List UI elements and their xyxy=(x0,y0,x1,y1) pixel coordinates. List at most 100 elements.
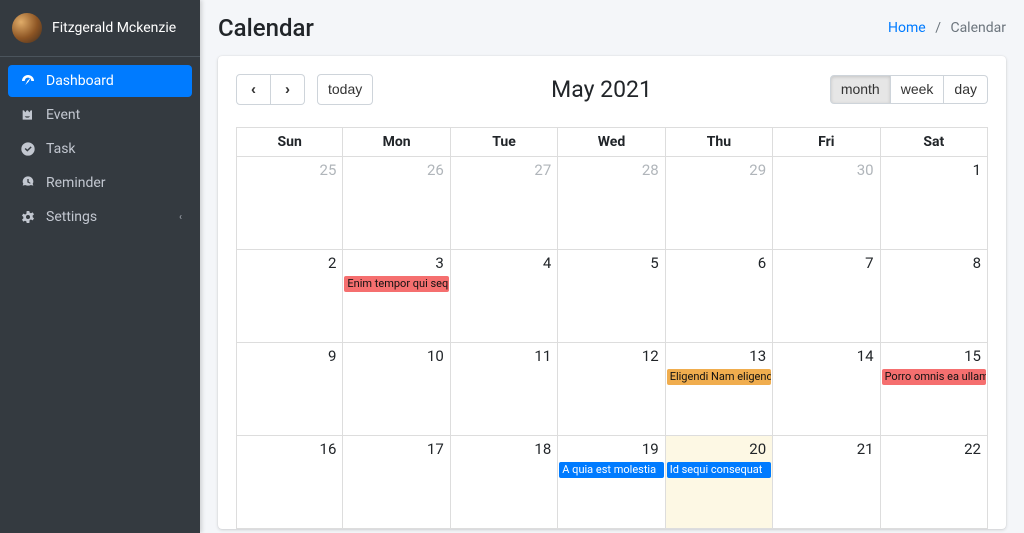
calendar-day[interactable]: 16 xyxy=(236,436,343,529)
sidebar-item-label: Settings xyxy=(46,209,97,225)
sidebar: Fitzgerald Mckenzie Dashboard EventTask Re… xyxy=(0,0,200,533)
calendar-day[interactable]: 20 Id sequi consequat xyxy=(666,436,773,529)
dashboard-icon xyxy=(18,73,38,89)
calendar-day[interactable]: 14 xyxy=(773,343,880,436)
day-number: 25 xyxy=(320,161,337,179)
day-number: 9 xyxy=(328,347,336,365)
calendar-day[interactable]: 17 xyxy=(343,436,450,529)
dow-header: Wed xyxy=(558,128,665,157)
sidebar-item-label: Reminder xyxy=(46,175,106,191)
calendar-day[interactable]: 22 xyxy=(881,436,988,529)
reminder-icon xyxy=(18,175,38,191)
user-name: Fitzgerald Mckenzie xyxy=(52,20,176,36)
calendar-event[interactable]: Eligendi Nam eligend xyxy=(667,369,771,385)
calendar-day[interactable]: 19 A quia est molestia xyxy=(558,436,665,529)
view-week-button[interactable]: week xyxy=(891,75,945,105)
calendar-weeks: 252627282930123Enim tempor qui sequ45678… xyxy=(236,157,988,529)
dow-header: Thu xyxy=(666,128,773,157)
calendar-event[interactable]: Porro omnis ea ullam xyxy=(882,369,986,385)
calendar-day[interactable]: 12 xyxy=(558,343,665,436)
task-icon xyxy=(18,141,38,157)
day-number: 6 xyxy=(758,254,766,272)
dow-header: Sat xyxy=(881,128,988,157)
day-number: 20 xyxy=(749,440,766,458)
calendar-week: 16 17 18 19 A quia est molestia 20 Id sequi co… xyxy=(236,436,988,529)
calendar-event[interactable]: A quia est molestia xyxy=(559,462,663,478)
calendar-day[interactable]: 27 xyxy=(451,157,558,250)
day-number: 19 xyxy=(642,440,659,458)
content-header: Calendar Home / Calendar xyxy=(218,14,1006,42)
calendar-day[interactable]: 18 xyxy=(451,436,558,529)
day-number: 16 xyxy=(320,440,337,458)
calendar-day[interactable]: 7 xyxy=(773,250,880,343)
sidebar-item-dashboard[interactable]: Dashboard xyxy=(8,65,192,97)
settings-icon xyxy=(18,209,38,225)
day-events: Porro omnis ea ullam xyxy=(882,369,986,386)
day-number: 15 xyxy=(964,347,981,365)
breadcrumb: Home / Calendar xyxy=(888,20,1006,36)
day-number: 18 xyxy=(534,440,551,458)
calendar-day[interactable]: 5 xyxy=(558,250,665,343)
day-number: 7 xyxy=(865,254,873,272)
calendar-day[interactable]: 6 xyxy=(666,250,773,343)
dow-header: Sun xyxy=(236,128,343,157)
view-month-button[interactable]: month xyxy=(830,75,891,105)
prev-button[interactable]: ‹ xyxy=(236,74,271,105)
calendar-day[interactable]: 2 xyxy=(236,250,343,343)
view-day-button[interactable]: day xyxy=(944,75,988,105)
calendar-day[interactable]: 3 Enim tempor qui sequ xyxy=(343,250,450,343)
calendar-week: 25 26 27 28 29 30 1 xyxy=(236,157,988,250)
sidebar-item-event[interactable]: Event xyxy=(8,99,192,131)
page-title: Calendar xyxy=(218,14,314,42)
next-button[interactable]: › xyxy=(271,74,305,105)
nav-button-group: ‹ › xyxy=(236,74,305,105)
dow-header: Mon xyxy=(343,128,450,157)
calendar-day[interactable]: 4 xyxy=(451,250,558,343)
day-number: 3 xyxy=(435,254,443,272)
calendar-day[interactable]: 15 Porro omnis ea ullam xyxy=(881,343,988,436)
day-of-week-header: SunMonTueWedThuFriSat xyxy=(236,128,988,157)
calendar-day[interactable]: 25 xyxy=(236,157,343,250)
calendar-week: 9 10111213Eligendi Nam eligend 14 15 Porro o… xyxy=(236,343,988,436)
day-events: Id sequi consequat xyxy=(667,462,771,479)
calendar-day[interactable]: 30 xyxy=(773,157,880,250)
event-icon xyxy=(18,107,38,123)
day-number: 4 xyxy=(543,254,551,272)
calendar-day[interactable]: 21 xyxy=(773,436,880,529)
day-number: 30 xyxy=(857,161,874,179)
day-number: 21 xyxy=(857,440,874,458)
main-content: Calendar Home / Calendar ‹ › today May 2… xyxy=(200,0,1024,533)
user-block: Fitzgerald Mckenzie xyxy=(0,0,200,57)
avatar xyxy=(12,13,42,43)
sidebar-item-task[interactable]: Task xyxy=(8,133,192,165)
calendar-card: ‹ › today May 2021 month week day SunMon… xyxy=(218,56,1006,529)
calendar-day[interactable]: 13Eligendi Nam eligend xyxy=(666,343,773,436)
day-number: 27 xyxy=(534,161,551,179)
day-number: 17 xyxy=(427,440,444,458)
breadcrumb-current: Calendar xyxy=(950,20,1006,36)
breadcrumb-home[interactable]: Home xyxy=(888,20,926,36)
calendar-day[interactable]: 26 xyxy=(343,157,450,250)
sidebar-item-label: Dashboard xyxy=(46,73,114,89)
sidebar-item-settings[interactable]: Settings‹ xyxy=(8,201,192,233)
day-events: Enim tempor qui sequ xyxy=(344,276,448,293)
calendar-day[interactable]: 29 xyxy=(666,157,773,250)
day-events: Eligendi Nam eligend xyxy=(667,369,771,386)
calendar-day[interactable]: 10 xyxy=(343,343,450,436)
sidebar-item-reminder[interactable]: Reminder xyxy=(8,167,192,199)
today-button[interactable]: today xyxy=(317,74,373,105)
calendar-week: 2 3 Enim tempor qui sequ 45 6 7 8 xyxy=(236,250,988,343)
calendar-day[interactable]: 28 xyxy=(558,157,665,250)
day-number: 8 xyxy=(973,254,981,272)
calendar-day[interactable]: 1 xyxy=(881,157,988,250)
calendar-event[interactable]: Enim tempor qui sequ xyxy=(344,276,448,292)
calendar-day[interactable]: 8 xyxy=(881,250,988,343)
day-number: 14 xyxy=(857,347,874,365)
calendar-day[interactable]: 11 xyxy=(451,343,558,436)
day-number: 1 xyxy=(973,161,981,179)
day-number: 28 xyxy=(642,161,659,179)
calendar-day[interactable]: 9 xyxy=(236,343,343,436)
calendar-event[interactable]: Id sequi consequat xyxy=(667,462,771,478)
day-number: 29 xyxy=(749,161,766,179)
calendar-toolbar: ‹ › today May 2021 month week day xyxy=(236,74,988,105)
